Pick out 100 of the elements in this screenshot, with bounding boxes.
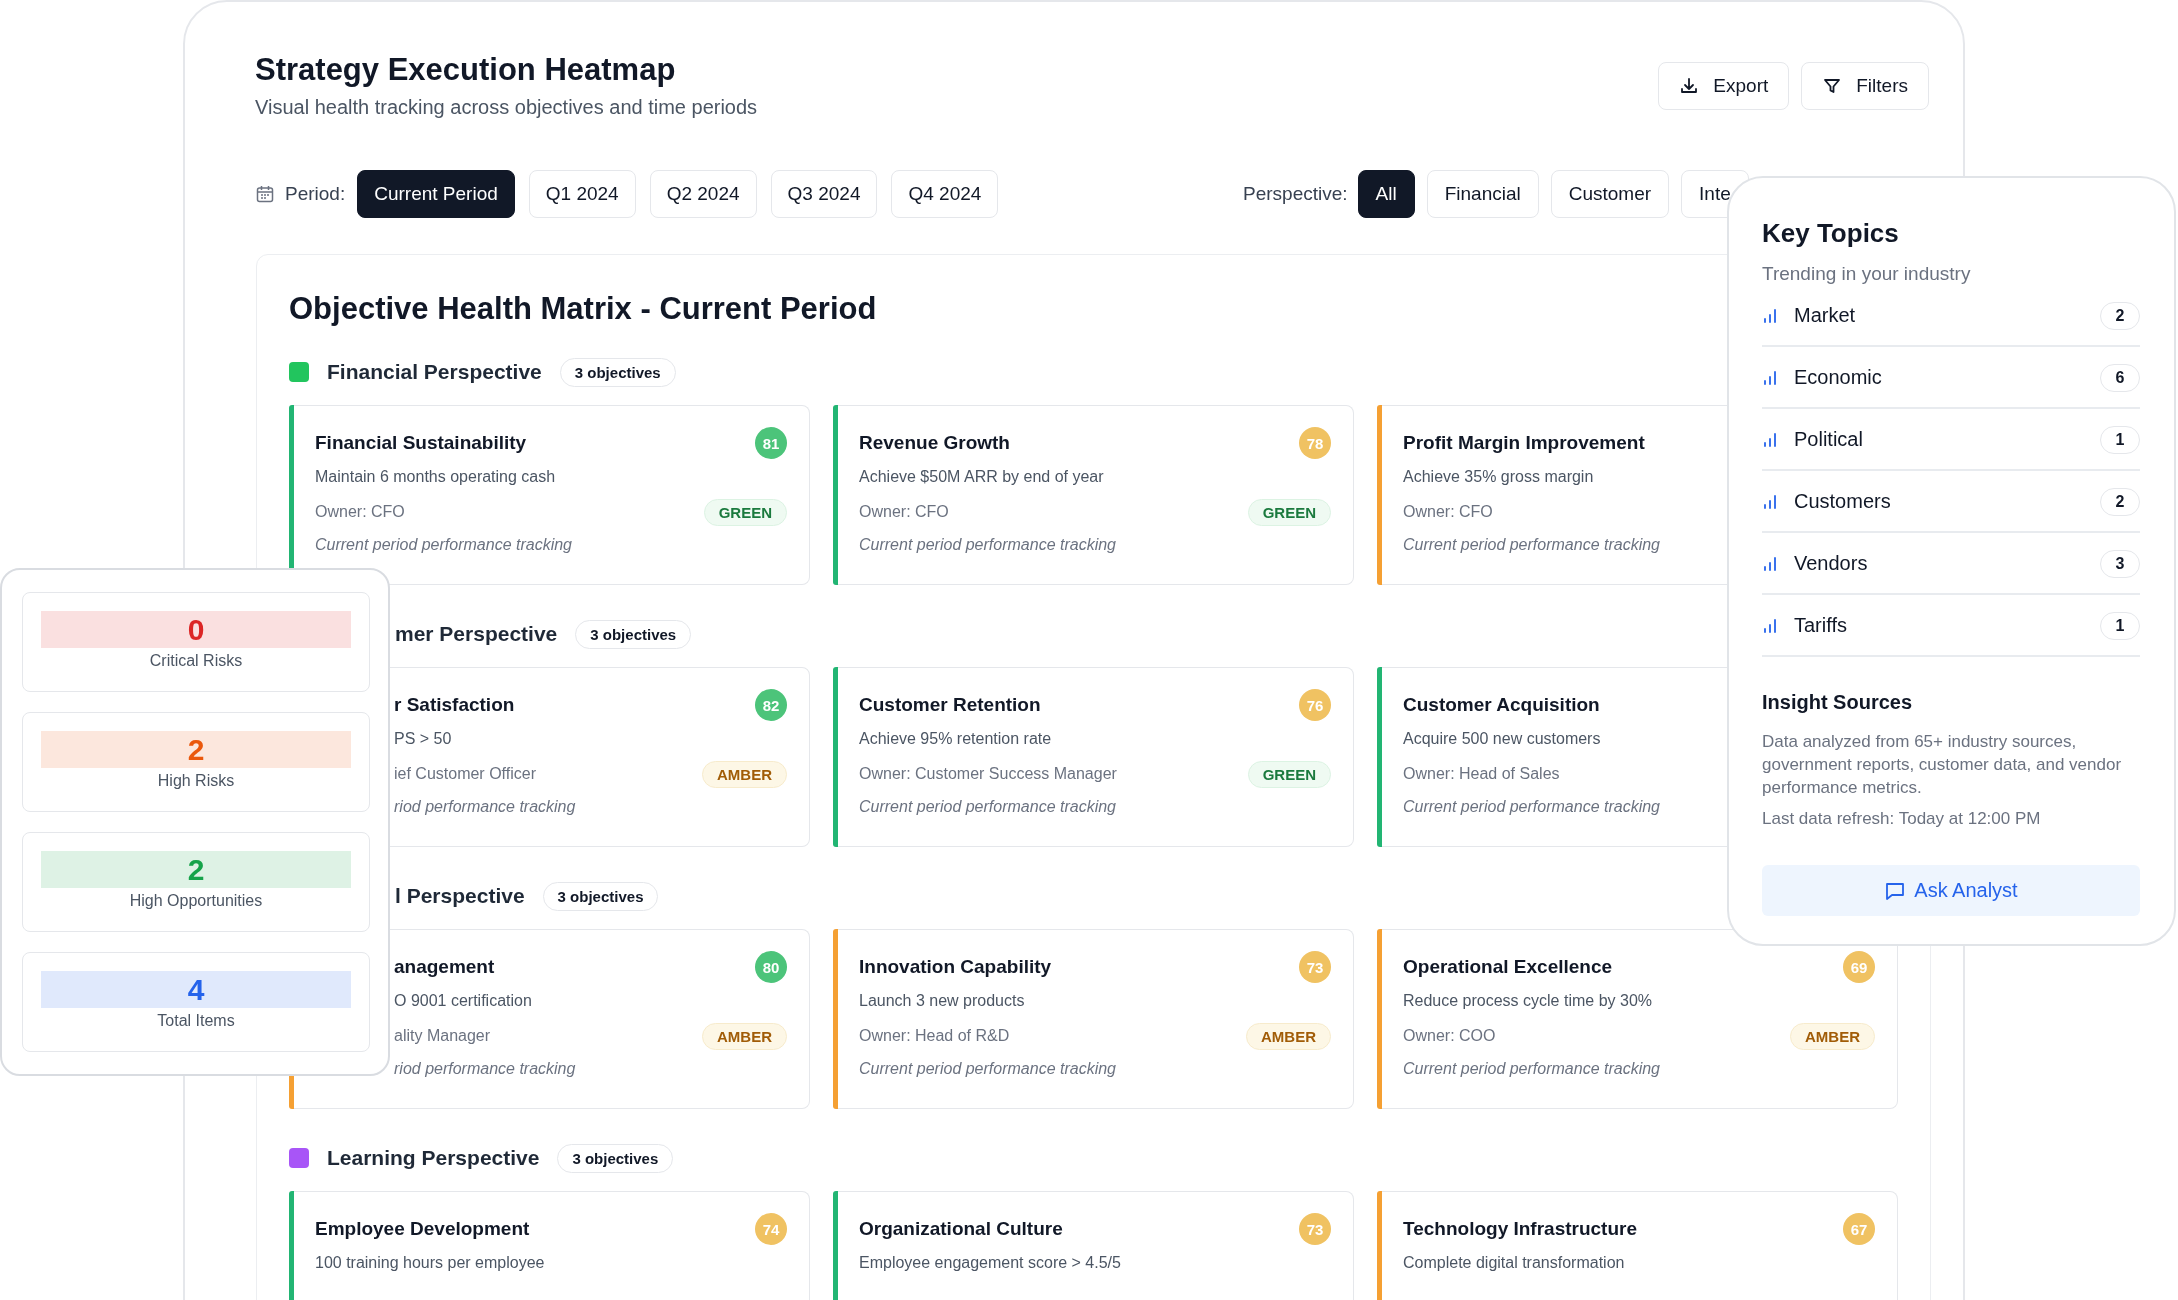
objective-card[interactable]: Revenue Growth 78 Achieve $50M ARR by end of year Owner: CFO GREEN Current period performance tracking <box>838 405 1354 585</box>
matrix-title: Objective Health Matrix - Current Period <box>289 291 877 327</box>
period-tab[interactable]: Q4 2024 <box>891 170 999 218</box>
topic-label[interactable]: Economic <box>1794 366 2084 389</box>
objective-description: Complete digital transformation <box>1403 1254 1625 1272</box>
calendar-icon <box>255 184 275 204</box>
score-badge: 82 <box>755 689 787 721</box>
period-tab[interactable]: Q3 2024 <box>770 170 878 218</box>
objective-owner: Owner: COO <box>1403 1027 1496 1045</box>
perspective-tab[interactable]: Customer <box>1550 170 1670 218</box>
objective-description: Launch 3 new products <box>859 992 1025 1010</box>
period-tab[interactable]: Current Period <box>357 170 515 218</box>
perspective-tab[interactable]: Financial <box>1426 170 1539 218</box>
score-badge: 81 <box>755 427 787 459</box>
status-badge: GREEN <box>1247 498 1331 526</box>
bar-chart-icon <box>1762 369 1778 386</box>
download-icon <box>1679 76 1700 96</box>
objective-title: Financial Sustainability <box>315 432 527 454</box>
objective-note: Current period performance tracking <box>859 1060 1116 1078</box>
objective-owner: Owner: Customer Success Manager <box>859 765 1117 783</box>
objective-card[interactable]: Organizational Culture 73 Employee engagement score > 4.5/5 <box>838 1191 1354 1300</box>
objective-description: Employee engagement score > 4.5/5 <box>859 1254 1121 1272</box>
section-title: mer Perspective <box>395 622 558 646</box>
objective-title: anagement <box>394 956 495 978</box>
bar-chart-icon <box>1762 555 1778 572</box>
objective-title: Profit Margin Improvement <box>1403 432 1645 454</box>
period-tab[interactable]: Q1 2024 <box>528 170 636 218</box>
objective-note: Current period performance tracking <box>1403 536 1660 554</box>
stat-value: 2 <box>187 732 205 767</box>
objective-card[interactable]: Customer Retention 76 Achieve 95% retention rate Owner: Customer Success Manager GREEN Current period performance tracking <box>838 667 1354 847</box>
panel-title: Key Topics <box>1762 218 1900 249</box>
objective-card[interactable]: Innovation Capability 73 Launch 3 new products Owner: Head of R&D AMBER Current period performance tracking <box>838 929 1354 1109</box>
export-button[interactable]: Export <box>1658 62 1790 110</box>
objective-card[interactable]: Technology Infrastructure 67 Complete digital transformation <box>1382 1191 1898 1300</box>
stat-label: Critical Risks <box>149 652 243 670</box>
objective-note: riod performance tracking <box>394 1060 576 1078</box>
objective-owner: Owner: Head of Sales <box>1403 765 1560 783</box>
period-label: Period: <box>285 183 346 205</box>
bar-chart-icon <box>1762 431 1778 448</box>
stat-value: 2 <box>187 852 205 887</box>
objective-owner: Owner: CFO <box>1403 503 1493 521</box>
status-badge: AMBER <box>702 760 787 788</box>
filters-button[interactable]: Filters <box>1801 62 1929 110</box>
status-badge: GREEN <box>1247 760 1331 788</box>
objective-owner: Owner: CFO <box>859 503 949 521</box>
objective-note: riod performance tracking <box>394 798 576 816</box>
score-badge: 73 <box>1299 1213 1331 1245</box>
objective-note: Current period performance tracking <box>859 536 1116 554</box>
objective-card[interactable]: Employee Development 74 100 training hours per employee <box>294 1191 810 1300</box>
bar-chart-icon <box>1762 493 1778 510</box>
objective-title: Customer Retention <box>859 694 1041 716</box>
objective-title: Technology Infrastructure <box>1403 1218 1637 1240</box>
objective-description: PS > 50 <box>394 730 452 748</box>
objective-description: Achieve 35% gross margin <box>1403 468 1594 486</box>
objective-title: Innovation Capability <box>859 956 1052 978</box>
score-badge: 74 <box>755 1213 787 1245</box>
objective-title: Organizational Culture <box>859 1218 1063 1240</box>
status-badge: AMBER <box>1790 1022 1875 1050</box>
score-badge: 69 <box>1843 951 1875 983</box>
objective-title: r Satisfaction <box>394 694 515 716</box>
stat-label: Total Items <box>157 1012 235 1030</box>
stat-label: High Risks <box>157 772 235 790</box>
objective-description: 100 training hours per employee <box>315 1254 545 1272</box>
ask-analyst-button[interactable]: Ask Analyst <box>1762 865 2140 916</box>
filter-icon <box>1822 76 1843 96</box>
perspective-label: Perspective: <box>1243 183 1348 205</box>
objective-owner: ality Manager <box>394 1027 491 1045</box>
stat-value: 0 <box>187 612 205 647</box>
panel-subtitle: Trending in your industry <box>1762 263 1972 285</box>
objective-description: Reduce process cycle time by 30% <box>1403 992 1652 1010</box>
page-subtitle: Visual health tracking across objectives and time periods <box>255 96 758 119</box>
section-title: l Perspective <box>395 884 525 908</box>
objective-card[interactable]: Operational Excellence 69 Reduce process cycle time by 30% Owner: COO AMBER Current period performance tracking <box>1382 929 1898 1109</box>
perspective-tab[interactable]: All <box>1357 170 1415 218</box>
objective-owner: Owner: Head of R&D <box>859 1027 1010 1045</box>
status-badge: AMBER <box>1246 1022 1331 1050</box>
objective-description: Maintain 6 months operating cash <box>315 468 556 486</box>
objective-owner: Owner: CFO <box>315 503 405 521</box>
objective-title: Operational Excellence <box>1403 956 1613 978</box>
score-badge: 78 <box>1299 427 1331 459</box>
objective-title: Customer Acquisition <box>1403 694 1600 716</box>
topic-label[interactable]: Tariffs <box>1794 614 2084 637</box>
score-badge: 67 <box>1843 1213 1875 1245</box>
score-badge: 76 <box>1299 689 1331 721</box>
section-title: Financial Perspective <box>327 360 542 384</box>
period-tab[interactable]: Q2 2024 <box>649 170 757 218</box>
objective-description: Achieve 95% retention rate <box>859 730 1052 748</box>
objective-note: Current period performance tracking <box>1403 798 1660 816</box>
objective-description: Achieve $50M ARR by end of year <box>859 468 1104 486</box>
bar-chart-icon <box>1762 617 1778 634</box>
objective-card[interactable]: Financial Sustainability 81 Maintain 6 months operating cash Owner: CFO GREEN Current period performance tracking <box>294 405 810 585</box>
stat-label: High Opportunities <box>129 892 263 910</box>
objective-description: O 9001 certification <box>394 992 532 1010</box>
page-title: Strategy Execution Heatmap <box>255 52 677 88</box>
objective-note: Current period performance tracking <box>859 798 1116 816</box>
topic-label[interactable]: Market <box>1794 304 2084 327</box>
status-badge: GREEN <box>703 498 787 526</box>
objective-title: Revenue Growth <box>859 432 1010 454</box>
objective-title: Employee Development <box>315 1218 530 1240</box>
section-title: Learning Perspective <box>327 1146 540 1170</box>
